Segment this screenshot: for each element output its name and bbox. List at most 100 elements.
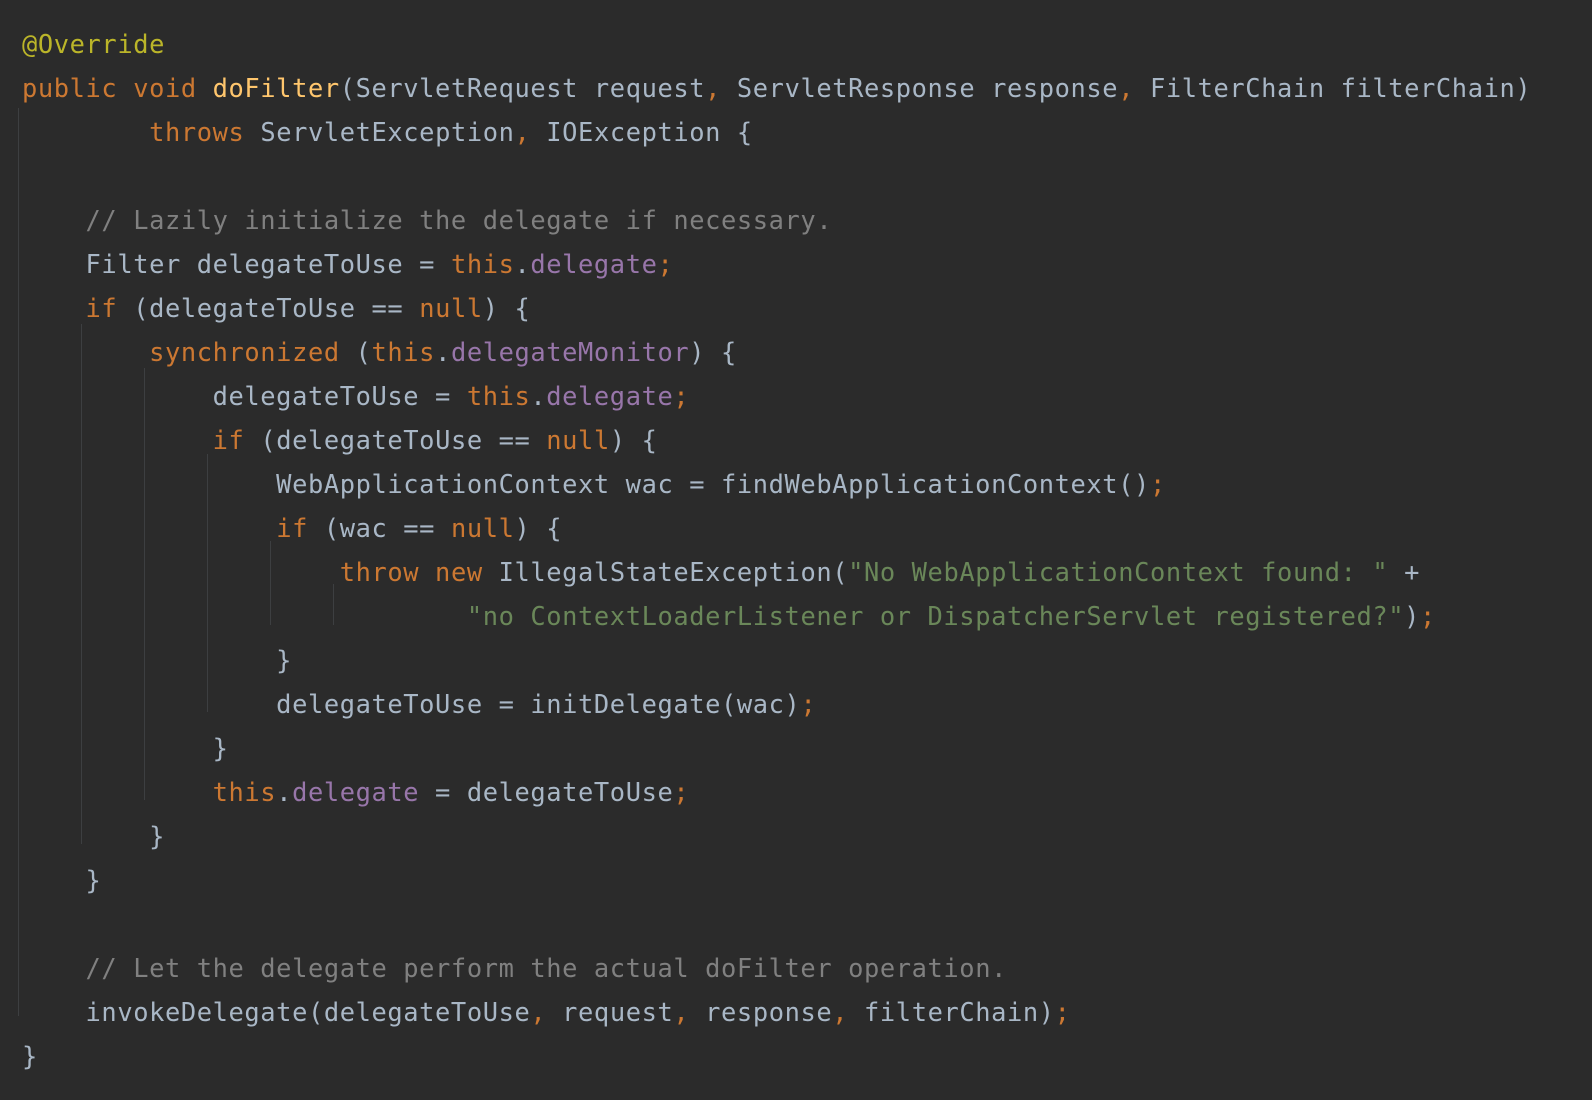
token-keyword: synchronized xyxy=(149,337,356,367)
token-plain: ) { xyxy=(514,513,563,543)
code-line[interactable]: synchronized (this.delegateMonitor) { xyxy=(22,330,1531,374)
code-line[interactable]: if (wac == null) { xyxy=(22,506,1531,550)
token-comment: // Let the delegate perform the actual d… xyxy=(85,953,1007,983)
token-keyword: this xyxy=(371,337,436,367)
code-line[interactable]: } xyxy=(22,726,1531,770)
token-keyword: throws xyxy=(149,117,261,147)
token-field: delegate xyxy=(292,777,420,807)
token-punct: ; xyxy=(800,689,817,719)
code-line[interactable]: invokeDelegate(delegateToUse, request, r… xyxy=(22,990,1531,1034)
token-plain: (delegateToUse == xyxy=(133,293,420,323)
code-line[interactable]: ​ xyxy=(22,154,1531,198)
code-line[interactable]: Filter delegateToUse = this.delegate; xyxy=(22,242,1531,286)
token-punct: , xyxy=(530,997,563,1027)
token-keyword: public void xyxy=(22,73,213,103)
token-keyword: this xyxy=(466,381,531,411)
token-keyword: this xyxy=(450,249,515,279)
code-line[interactable]: "no ContextLoaderListener or DispatcherS… xyxy=(22,594,1531,638)
token-plain: (delegateToUse == xyxy=(260,425,547,455)
token-string: "No WebApplicationContext found: " xyxy=(848,557,1389,587)
token-punct: ; xyxy=(1054,997,1071,1027)
token-punct: ; xyxy=(657,249,674,279)
token-annotation: @Override xyxy=(22,29,165,59)
token-punct: ; xyxy=(673,777,690,807)
code-line[interactable]: } xyxy=(22,638,1531,682)
code-line[interactable]: ​ xyxy=(22,902,1531,946)
token-plain: IOException { xyxy=(546,117,753,147)
indent-guide-method-body xyxy=(18,108,19,1016)
token-plain: (wac == xyxy=(323,513,451,543)
token-comment: // Lazily initialize the delegate if nec… xyxy=(85,205,833,235)
token-keyword: null xyxy=(450,513,515,543)
token-plain: FilterChain filterChain) xyxy=(1149,73,1532,103)
code-line[interactable]: WebApplicationContext wac = findWebAppli… xyxy=(22,462,1531,506)
code-line[interactable]: // Let the delegate perform the actual d… xyxy=(22,946,1531,990)
token-plain: = delegateToUse xyxy=(419,777,674,807)
token-keyword: null xyxy=(546,425,610,455)
token-plain: . xyxy=(435,337,451,367)
code-line[interactable]: } xyxy=(22,1034,1531,1078)
token-plain: ( xyxy=(355,337,372,367)
token-plain: (ServletRequest request xyxy=(339,73,706,103)
token-plain: delegateToUse = initDelegate(wac) xyxy=(22,689,801,719)
token-plain: ) { xyxy=(482,293,531,323)
code-editor[interactable]: @Override public void doFilter(ServletReq… xyxy=(0,0,1592,1100)
token-punct: , xyxy=(705,73,737,103)
token-field: delegate xyxy=(546,381,674,411)
token-keyword: if xyxy=(276,513,324,543)
token-punct: , xyxy=(1118,73,1150,103)
code-line[interactable]: } xyxy=(22,858,1531,902)
token-method: doFilter xyxy=(212,73,340,103)
token-punct: , xyxy=(673,997,706,1027)
code-line[interactable]: throws ServletException, IOException { xyxy=(22,110,1531,154)
token-plain: WebApplicationContext wac = findWebAppli… xyxy=(22,469,1150,499)
token-plain: response xyxy=(705,997,833,1027)
code-line[interactable]: if (delegateToUse == null) { xyxy=(22,418,1531,462)
token-plain: + xyxy=(1388,557,1421,587)
token-plain: invokeDelegate(delegateToUse xyxy=(22,997,531,1027)
token-plain: IllegalStateException( xyxy=(498,557,849,587)
token-punct: , xyxy=(832,997,865,1027)
token-plain: . xyxy=(514,249,531,279)
token-punct: ; xyxy=(1420,601,1436,631)
token-plain: ) xyxy=(1404,601,1421,631)
token-keyword: throw new xyxy=(339,557,499,587)
code-line[interactable]: // Lazily initialize the delegate if nec… xyxy=(22,198,1531,242)
token-plain: ) { xyxy=(609,425,658,455)
token-plain: } xyxy=(22,821,165,851)
token-plain: ) { xyxy=(689,337,737,367)
token-plain: } xyxy=(22,865,102,895)
code-line[interactable]: } xyxy=(22,814,1531,858)
code-line[interactable]: delegateToUse = initDelegate(wac); xyxy=(22,682,1531,726)
token-field: delegateMonitor xyxy=(450,337,690,367)
code-line[interactable]: if (delegateToUse == null) { xyxy=(22,286,1531,330)
token-plain: ServletException xyxy=(260,117,515,147)
token-keyword: if xyxy=(212,425,261,455)
code-line[interactable]: @Override xyxy=(22,22,1531,66)
token-plain: } xyxy=(22,645,293,675)
token-plain: . xyxy=(530,381,547,411)
token-plain: filterChain) xyxy=(864,997,1055,1027)
token-plain: . xyxy=(276,777,293,807)
token-plain: delegateToUse = xyxy=(22,381,467,411)
token-plain: } xyxy=(22,733,229,763)
token-keyword: this xyxy=(212,777,277,807)
code-line[interactable]: this.delegate = delegateToUse; xyxy=(22,770,1531,814)
token-plain: } xyxy=(22,1041,38,1071)
token-punct: , xyxy=(514,117,547,147)
token-punct: ; xyxy=(1149,469,1166,499)
code-line[interactable]: throw new IllegalStateException("No WebA… xyxy=(22,550,1531,594)
source-code[interactable]: @Override public void doFilter(ServletReq… xyxy=(22,22,1531,1078)
code-line[interactable]: delegateToUse = this.delegate; xyxy=(22,374,1531,418)
code-line[interactable]: public void doFilter(ServletRequest requ… xyxy=(22,66,1531,110)
token-field: delegate xyxy=(530,249,658,279)
